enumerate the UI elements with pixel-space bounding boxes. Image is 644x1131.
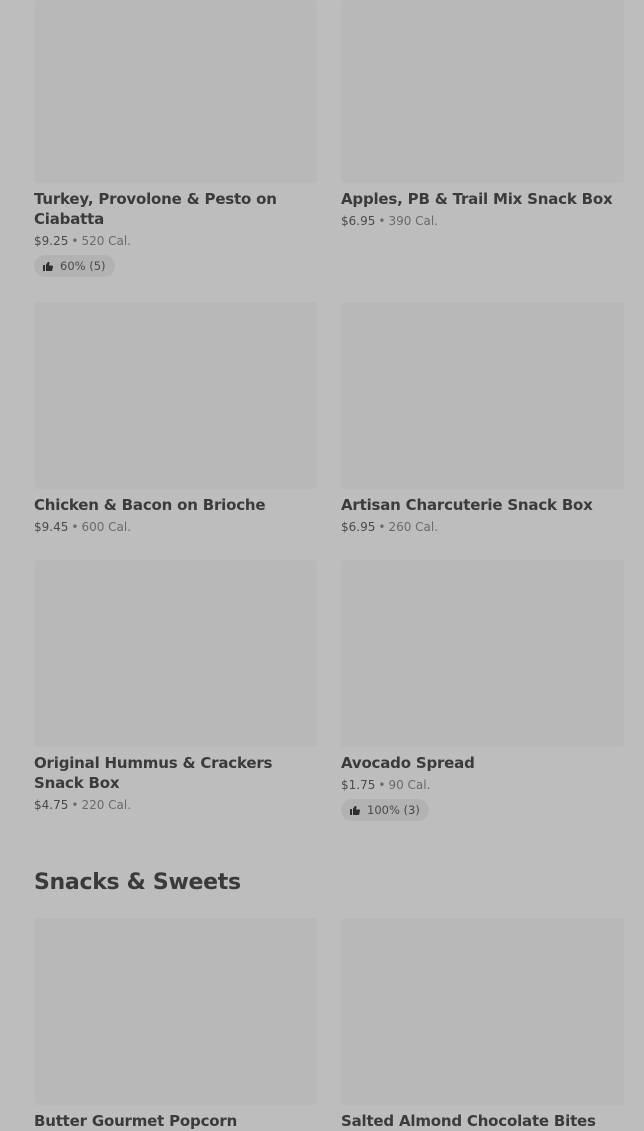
separator-dot: •	[71, 798, 79, 812]
rating-text: 60% (5)	[60, 259, 106, 273]
item-price: $6.95	[341, 214, 376, 228]
item-image[interactable]	[341, 302, 624, 489]
item-name[interactable]: Turkey, Provolone & Pesto on Ciabatta	[34, 189, 317, 229]
item-image[interactable]	[34, 0, 317, 183]
thumbs-up-icon	[350, 805, 360, 816]
item-calories: 220 Cal.	[81, 798, 132, 812]
item-meta: $6.95 • 390 Cal.	[341, 212, 624, 230]
menu-grid-row-1: Turkey, Provolone & Pesto on Ciabatta $9…	[34, 0, 624, 277]
section-heading: Snacks & Sweets	[34, 870, 241, 895]
menu-item-card[interactable]: Apples, PB & Trail Mix Snack Box $6.95 • 3…	[341, 0, 624, 277]
item-image[interactable]	[341, 918, 624, 1105]
item-image[interactable]	[341, 0, 624, 183]
item-calories: 600 Cal.	[81, 520, 132, 534]
item-calories: 390 Cal.	[388, 214, 439, 228]
menu-grid-row-3: Original Hummus & Crackers Snack Box $4.…	[34, 560, 624, 821]
menu-item-card[interactable]: Avocado Spread $1.75 • 90 Cal. 100% (3)	[341, 560, 624, 821]
separator-dot: •	[71, 520, 79, 534]
item-calories: 260 Cal.	[388, 520, 439, 534]
rating-text: 100% (3)	[367, 803, 420, 817]
item-meta: $9.25 • 520 Cal.	[34, 232, 317, 250]
menu-item-card[interactable]: Butter Gourmet Popcorn	[34, 918, 317, 1131]
item-meta: $1.75 • 90 Cal.	[341, 776, 624, 794]
menu-item-card[interactable]: Turkey, Provolone & Pesto on Ciabatta $9…	[34, 0, 317, 277]
separator-dot: •	[378, 214, 386, 228]
item-name[interactable]: Avocado Spread	[341, 753, 624, 773]
item-meta: $9.45 • 600 Cal.	[34, 518, 317, 536]
separator-dot: •	[71, 234, 79, 248]
item-price: $9.25	[34, 234, 69, 248]
rating-badge: 60% (5)	[34, 255, 115, 277]
item-image[interactable]	[34, 918, 317, 1105]
thumbs-up-icon	[43, 261, 53, 272]
menu-grid-row-4: Butter Gourmet Popcorn Salted Almond Cho…	[34, 918, 624, 1131]
item-price: $6.95	[341, 520, 376, 534]
menu-item-card[interactable]: Chicken & Bacon on Brioche $9.45 • 600 Cal…	[34, 302, 317, 536]
menu-item-card[interactable]: Artisan Charcuterie Snack Box $6.95 • 260 …	[341, 302, 624, 536]
item-image[interactable]	[34, 302, 317, 489]
item-price: $9.45	[34, 520, 69, 534]
item-name[interactable]: Salted Almond Chocolate Bites	[341, 1111, 624, 1131]
item-image[interactable]	[341, 560, 624, 747]
item-price: $1.75	[341, 778, 376, 792]
item-name[interactable]: Apples, PB & Trail Mix Snack Box	[341, 189, 624, 209]
item-name[interactable]: Butter Gourmet Popcorn	[34, 1111, 317, 1131]
separator-dot: •	[378, 778, 386, 792]
item-calories: 90 Cal.	[388, 778, 431, 792]
item-meta: $6.95 • 260 Cal.	[341, 518, 624, 536]
item-image[interactable]	[34, 560, 317, 747]
item-name[interactable]: Original Hummus & Crackers Snack Box	[34, 753, 317, 793]
item-meta: $4.75 • 220 Cal.	[34, 796, 317, 814]
item-price: $4.75	[34, 798, 69, 812]
separator-dot: •	[378, 520, 386, 534]
item-calories: 520 Cal.	[81, 234, 132, 248]
menu-grid-row-2: Chicken & Bacon on Brioche $9.45 • 600 Cal…	[34, 302, 624, 536]
item-name[interactable]: Artisan Charcuterie Snack Box	[341, 495, 624, 515]
menu-item-card[interactable]: Original Hummus & Crackers Snack Box $4.…	[34, 560, 317, 821]
menu-item-card[interactable]: Salted Almond Chocolate Bites	[341, 918, 624, 1131]
rating-badge: 100% (3)	[341, 799, 429, 821]
item-name[interactable]: Chicken & Bacon on Brioche	[34, 495, 317, 515]
